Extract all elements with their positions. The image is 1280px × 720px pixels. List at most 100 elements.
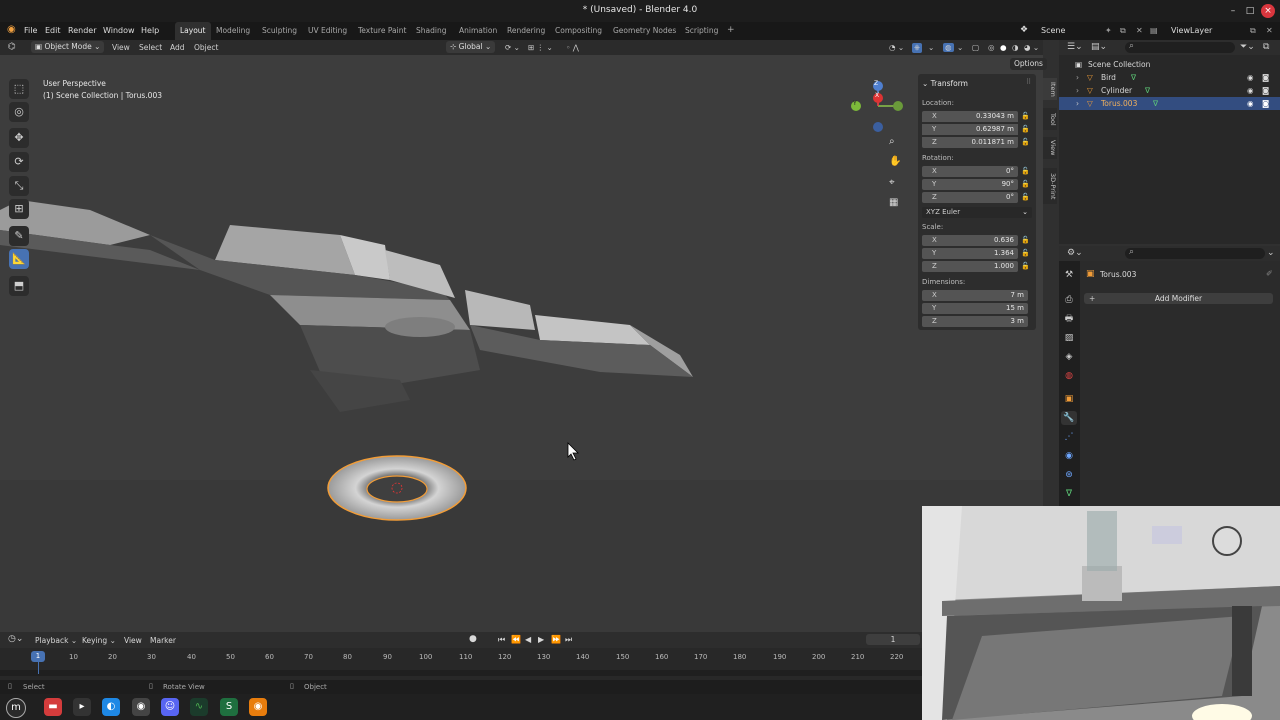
start-menu-icon[interactable]: m bbox=[6, 698, 26, 718]
tab-sculpting[interactable]: Sculpting bbox=[262, 26, 297, 35]
blender-taskbar-icon[interactable]: ◉ bbox=[249, 698, 267, 716]
tool-rotate[interactable]: ⟳ bbox=[9, 152, 29, 172]
tab-geometry-nodes[interactable]: Geometry Nodes bbox=[613, 26, 676, 35]
outliner-row-torus[interactable]: › ▽ Torus.003 ∇ ◉ ◙ bbox=[1059, 97, 1280, 110]
render-camera-icon[interactable]: ◙ bbox=[1262, 97, 1269, 110]
gizmo-toggle-icon[interactable]: ⎈ bbox=[912, 43, 922, 53]
dimensions-y-field[interactable]: Y 15 m bbox=[922, 303, 1028, 314]
timeline-menu-playback[interactable]: Playback ⌄ bbox=[35, 636, 77, 645]
file-manager-icon[interactable]: ▬ bbox=[44, 698, 62, 716]
viewport-menu-view[interactable]: View bbox=[112, 43, 130, 52]
location-x-field[interactable]: X 0.33043 m bbox=[922, 111, 1018, 122]
location-y-field[interactable]: Y 0.62987 m bbox=[922, 124, 1018, 135]
pivot-icon[interactable]: ⟳ ⌄ bbox=[505, 43, 520, 52]
outliner-row-bird[interactable]: › ▽ Bird ∇ ◉ ◙ bbox=[1059, 71, 1280, 84]
menu-render[interactable]: Render bbox=[68, 26, 96, 35]
outliner-editor-icon[interactable]: ☰⌄ bbox=[1067, 42, 1083, 52]
tool-props-icon[interactable]: ⚒ bbox=[1061, 268, 1077, 282]
world-props-icon[interactable]: ◍ bbox=[1061, 369, 1077, 383]
timeline-menu-keying[interactable]: Keying ⌄ bbox=[82, 636, 116, 645]
record-icon[interactable]: ● bbox=[469, 634, 477, 644]
minimize-button[interactable]: – bbox=[1226, 4, 1240, 18]
rendered-shading-icon[interactable]: ◕ ⌄ bbox=[1024, 43, 1039, 52]
scale-x-field[interactable]: X 0.636 bbox=[922, 235, 1018, 246]
lock-icon[interactable]: 🔓 bbox=[1021, 112, 1030, 120]
transform-header[interactable]: ⌄ Transform bbox=[922, 79, 968, 88]
menu-help[interactable]: Help bbox=[141, 26, 159, 35]
tab-animation[interactable]: Animation bbox=[459, 26, 497, 35]
tool-add-cube[interactable]: ⬒ bbox=[9, 276, 29, 296]
terminal-icon[interactable]: ▸ bbox=[73, 698, 91, 716]
overlay-toggle-icon[interactable]: ◍ bbox=[943, 43, 954, 52]
scale-y-field[interactable]: Y 1.364 bbox=[922, 248, 1018, 259]
play-icon[interactable]: ▶ bbox=[538, 635, 544, 644]
outliner-search-input[interactable]: ⌕ bbox=[1125, 41, 1235, 53]
location-z-field[interactable]: Z 0.011871 m bbox=[922, 137, 1018, 148]
maximize-button[interactable]: □ bbox=[1243, 4, 1257, 18]
dimensions-z-field[interactable]: Z 3 m bbox=[922, 316, 1028, 327]
prev-keyframe-icon[interactable]: ⏪ bbox=[511, 635, 521, 644]
tab-layout[interactable]: Layout bbox=[175, 22, 211, 40]
lock-icon[interactable]: 🔓 bbox=[1021, 125, 1030, 133]
snap-icon[interactable]: ⊞ ⋮ ⌄ bbox=[528, 43, 553, 52]
solid-shading-icon[interactable]: ● bbox=[1000, 43, 1007, 52]
lock-icon[interactable]: 🔓 bbox=[1021, 193, 1030, 201]
new-viewlayer-icon[interactable]: ⧉ bbox=[1250, 26, 1256, 36]
eye-icon[interactable]: ◉ bbox=[1247, 71, 1254, 84]
tab-modeling[interactable]: Modeling bbox=[216, 26, 250, 35]
display-mode-icon[interactable]: ▤⌄ bbox=[1091, 42, 1107, 52]
panel-drag-handle-icon[interactable]: ⠿ bbox=[1026, 78, 1031, 86]
timeline-scrollbar[interactable] bbox=[0, 670, 922, 676]
add-workspace-button[interactable]: + bbox=[727, 25, 735, 35]
render-camera-icon[interactable]: ◙ bbox=[1262, 71, 1269, 84]
rotation-mode-dropdown[interactable]: XYZ Euler ⌄ bbox=[922, 207, 1032, 218]
wireframe-shading-icon[interactable]: ◎ bbox=[988, 43, 995, 52]
play-reverse-icon[interactable]: ◀ bbox=[525, 635, 531, 644]
pin-icon[interactable]: ✐ bbox=[1266, 269, 1273, 278]
visibility-icon[interactable]: ◔ ⌄ bbox=[889, 43, 904, 52]
menu-file[interactable]: File bbox=[24, 26, 37, 35]
rotation-x-field[interactable]: X 0° bbox=[922, 166, 1018, 177]
chevron-down-icon[interactable]: ⌄ bbox=[1267, 248, 1275, 258]
zoom-icon[interactable]: ⌕ bbox=[889, 136, 895, 147]
output-props-icon[interactable]: 🖶 bbox=[1061, 312, 1077, 326]
lock-icon[interactable]: 🔓 bbox=[1021, 180, 1030, 188]
tool-scale[interactable]: ⤡ bbox=[9, 176, 29, 196]
editor-type-icon[interactable]: ⌬ bbox=[8, 42, 16, 52]
physics-props-icon[interactable]: ◉ bbox=[1061, 449, 1077, 463]
jump-start-icon[interactable]: ⏮ bbox=[498, 635, 505, 645]
lock-icon[interactable]: 🔓 bbox=[1021, 167, 1030, 175]
tab-rendering[interactable]: Rendering bbox=[507, 26, 545, 35]
delete-scene-icon[interactable]: ✕ bbox=[1136, 26, 1143, 35]
viewport-3d[interactable]: User Perspective (1) Scene Collection | … bbox=[0, 40, 1043, 632]
new-scene-icon[interactable]: ⧉ bbox=[1120, 26, 1126, 36]
delete-viewlayer-icon[interactable]: ✕ bbox=[1266, 26, 1273, 35]
constraints-props-icon[interactable]: ⊛ bbox=[1061, 468, 1077, 482]
new-collection-icon[interactable]: ⧉ bbox=[1263, 42, 1269, 52]
browser-icon[interactable]: ◐ bbox=[102, 698, 120, 716]
tab-shading[interactable]: Shading bbox=[416, 26, 446, 35]
system-monitor-icon[interactable]: ∿ bbox=[190, 698, 208, 716]
torus-mesh[interactable] bbox=[327, 455, 467, 521]
outliner-row-scene-collection[interactable]: ▣ Scene Collection bbox=[1059, 58, 1280, 71]
slicer-icon[interactable]: S bbox=[220, 698, 238, 716]
expand-chevron-icon[interactable]: › bbox=[1076, 84, 1079, 97]
outliner-row-cylinder[interactable]: › ▽ Cylinder ∇ ◉ ◙ bbox=[1059, 84, 1280, 97]
tab-uv-editing[interactable]: UV Editing bbox=[308, 26, 347, 35]
viewlayer-selector[interactable]: ViewLayer bbox=[1171, 26, 1212, 35]
mode-dropdown[interactable]: ▣ Object Mode ⌄ bbox=[31, 41, 105, 53]
pin-icon[interactable]: ✦ bbox=[1105, 26, 1112, 35]
orientation-dropdown[interactable]: ⊹ Global ⌄ bbox=[446, 41, 496, 53]
jump-end-icon[interactable]: ⏭ bbox=[565, 635, 572, 645]
playhead-marker[interactable]: 1 bbox=[31, 651, 45, 662]
next-keyframe-icon[interactable]: ⏩ bbox=[551, 635, 561, 644]
modifier-props-icon[interactable]: 🔧 bbox=[1061, 411, 1077, 425]
tool-move[interactable]: ✥ bbox=[9, 128, 29, 148]
tool-transform[interactable]: ⊞ bbox=[9, 199, 29, 219]
particles-props-icon[interactable]: ⋰ bbox=[1061, 430, 1077, 444]
tab-texture-paint[interactable]: Texture Paint bbox=[358, 26, 406, 35]
scene-props-icon[interactable]: ◈ bbox=[1061, 350, 1077, 364]
render-props-icon[interactable]: ⎙ bbox=[1061, 293, 1077, 307]
properties-search-input[interactable]: ⌕ bbox=[1125, 247, 1265, 259]
overlay-dropdown-icon[interactable]: ⌄ bbox=[957, 43, 963, 52]
